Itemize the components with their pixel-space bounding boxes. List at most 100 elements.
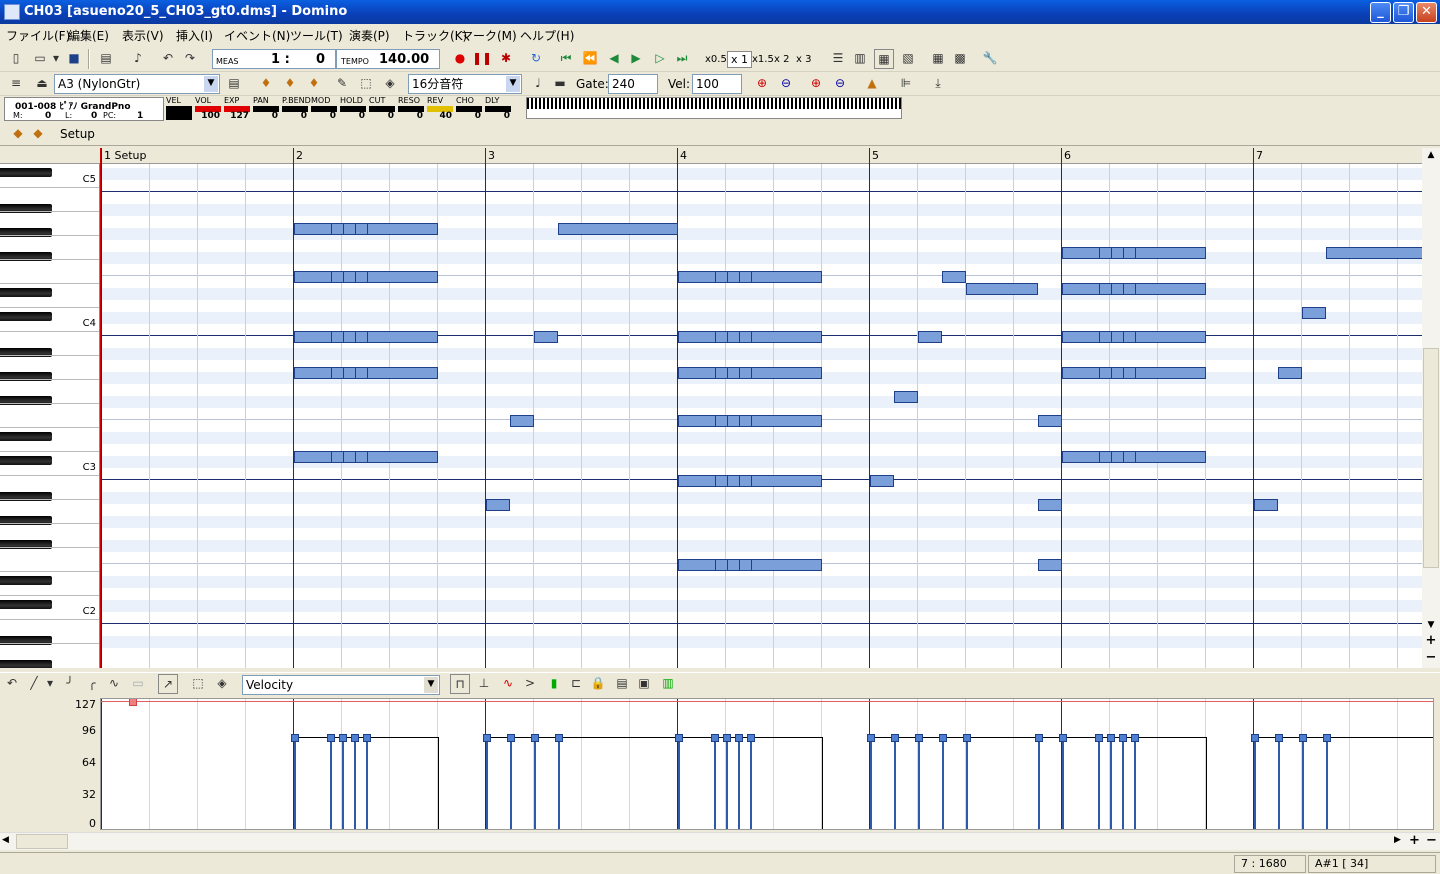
velocity-bar[interactable]: [510, 737, 512, 829]
note[interactable]: [558, 223, 678, 235]
velocity-bar[interactable]: [1098, 737, 1100, 829]
note[interactable]: [1326, 247, 1422, 259]
tempo-display[interactable]: TEMPO 140.00: [336, 49, 440, 69]
menu-view[interactable]: 表示(V): [122, 27, 164, 44]
properties-icon[interactable]: ▤: [96, 49, 116, 69]
measure-number[interactable]: 3: [488, 149, 495, 162]
velocity-bar[interactable]: [534, 737, 536, 829]
velocity-bar[interactable]: [1062, 737, 1064, 829]
velocity-bar[interactable]: [738, 737, 740, 829]
piano-keyboard[interactable]: C5 C4 C3 C2: [0, 164, 100, 668]
param-exp[interactable]: EXP 127: [224, 97, 251, 121]
param-cho[interactable]: CHO 0: [456, 97, 483, 121]
velocity-bar[interactable]: [294, 737, 296, 829]
velocity-bar[interactable]: [1038, 737, 1040, 829]
hzoom-minus-icon[interactable]: −: [1426, 833, 1437, 848]
pencil-icon[interactable]: ✎: [332, 74, 352, 94]
zoom-x05-button[interactable]: x0.5: [705, 54, 727, 65]
velocity-handle[interactable]: [1251, 734, 1259, 742]
velocity-bar[interactable]: [942, 737, 944, 829]
menu-play[interactable]: 演奏(P): [349, 27, 390, 44]
velocity-bar[interactable]: [918, 737, 920, 829]
velocity-handle[interactable]: [1059, 734, 1067, 742]
open-dropdown-icon[interactable]: ▾: [50, 49, 62, 69]
prev-measure-icon[interactable]: ⏪: [580, 49, 600, 69]
goto-end-icon[interactable]: ⏭: [672, 49, 692, 69]
velocity-bar[interactable]: [354, 737, 356, 829]
step-record-icon[interactable]: ❚❚: [472, 49, 492, 69]
velocity-handle[interactable]: [1275, 734, 1283, 742]
quantize-icon[interactable]: ▲: [862, 74, 882, 94]
velocity-bar[interactable]: [1326, 737, 1328, 829]
measure-display[interactable]: MEAS 1 : 0: [212, 49, 336, 69]
mark-icon[interactable]: ◆: [28, 124, 48, 144]
loop-icon[interactable]: ↻: [526, 49, 546, 69]
minimize-button[interactable]: _: [1370, 2, 1391, 23]
hzoom-plus-icon[interactable]: +: [1409, 833, 1420, 848]
grid-icon[interactable]: ▦: [928, 49, 948, 69]
velocity-bar[interactable]: [1302, 737, 1304, 829]
note[interactable]: [918, 331, 942, 343]
velocity-handle[interactable]: [351, 734, 359, 742]
note[interactable]: [294, 223, 438, 235]
dotted-note-icon[interactable]: ♩: [528, 74, 548, 94]
line-icon[interactable]: ╱: [24, 674, 44, 694]
note[interactable]: [1038, 415, 1062, 427]
event-eraser-icon[interactable]: ◈: [212, 674, 232, 694]
velocity-handle[interactable]: [675, 734, 683, 742]
measure-number[interactable]: 6: [1064, 149, 1071, 162]
velocity-handle[interactable]: [1119, 734, 1127, 742]
track-stack-icon[interactable]: ≡: [6, 74, 26, 94]
param-mod[interactable]: MOD 0: [311, 97, 338, 121]
curve-icon[interactable]: ╯: [60, 674, 80, 694]
realtime-record-icon[interactable]: ✱: [496, 49, 516, 69]
zoom-plus-icon[interactable]: +: [1424, 634, 1438, 648]
note[interactable]: [1062, 331, 1206, 343]
velocity-handle[interactable]: [891, 734, 899, 742]
note[interactable]: [534, 331, 558, 343]
measure-number[interactable]: 2: [296, 149, 303, 162]
play-icon[interactable]: ▶: [626, 49, 646, 69]
velocity-bar[interactable]: [966, 737, 968, 829]
open-folder-icon[interactable]: ▭: [30, 49, 50, 69]
vertical-scroll-thumb[interactable]: [1423, 348, 1439, 568]
velocity-handle[interactable]: [1035, 734, 1043, 742]
midi-icon[interactable]: ♪: [128, 49, 148, 69]
app-icon[interactable]: [4, 4, 20, 20]
note[interactable]: [294, 367, 438, 379]
solo-icon[interactable]: ♦: [280, 74, 300, 94]
velocity-bar[interactable]: [1122, 737, 1124, 829]
select-rect-icon[interactable]: ⬚: [356, 74, 376, 94]
measure-number[interactable]: 5: [872, 149, 879, 162]
note[interactable]: [678, 367, 822, 379]
velocity-handle[interactable]: [939, 734, 947, 742]
line-dropdown-icon[interactable]: ▾: [44, 674, 56, 694]
eject-icon[interactable]: ⏏: [32, 74, 52, 94]
velocity-handle[interactable]: [1299, 734, 1307, 742]
chevron-down-icon[interactable]: ▼: [204, 76, 218, 92]
measure-ruler[interactable]: 1 Setup 2 3 4 5 6 7: [101, 148, 1422, 164]
note[interactable]: [678, 271, 822, 283]
param-rev[interactable]: REV 40: [427, 97, 454, 121]
color-meter-icon[interactable]: ▥: [658, 674, 678, 694]
note-length-select[interactable]: 16分音符 ▼: [408, 74, 522, 94]
velocity-handle[interactable]: [711, 734, 719, 742]
measure-number[interactable]: 1 Setup: [104, 149, 147, 162]
arc-icon[interactable]: ╭: [82, 674, 102, 694]
pointer-icon[interactable]: ↗: [158, 674, 178, 694]
param-vol[interactable]: VOL 100: [195, 97, 222, 121]
black-key[interactable]: [0, 576, 52, 585]
zoom-out-vertical-icon[interactable]: ⊖: [830, 74, 850, 94]
save-icon[interactable]: ■: [64, 49, 84, 69]
velocity-bar[interactable]: [1110, 737, 1112, 829]
velocity-bar[interactable]: [678, 737, 680, 829]
mixer-icon[interactable]: ▩: [950, 49, 970, 69]
lfo-icon[interactable]: ∿: [498, 674, 518, 694]
note[interactable]: [510, 415, 534, 427]
new-file-icon[interactable]: ▯: [6, 49, 26, 69]
velocity-handle[interactable]: [1107, 734, 1115, 742]
velocity-bar[interactable]: [894, 737, 896, 829]
menu-tools[interactable]: ツール(T): [290, 27, 343, 44]
menu-track[interactable]: トラック(K): [402, 27, 467, 44]
black-key[interactable]: [0, 288, 52, 297]
